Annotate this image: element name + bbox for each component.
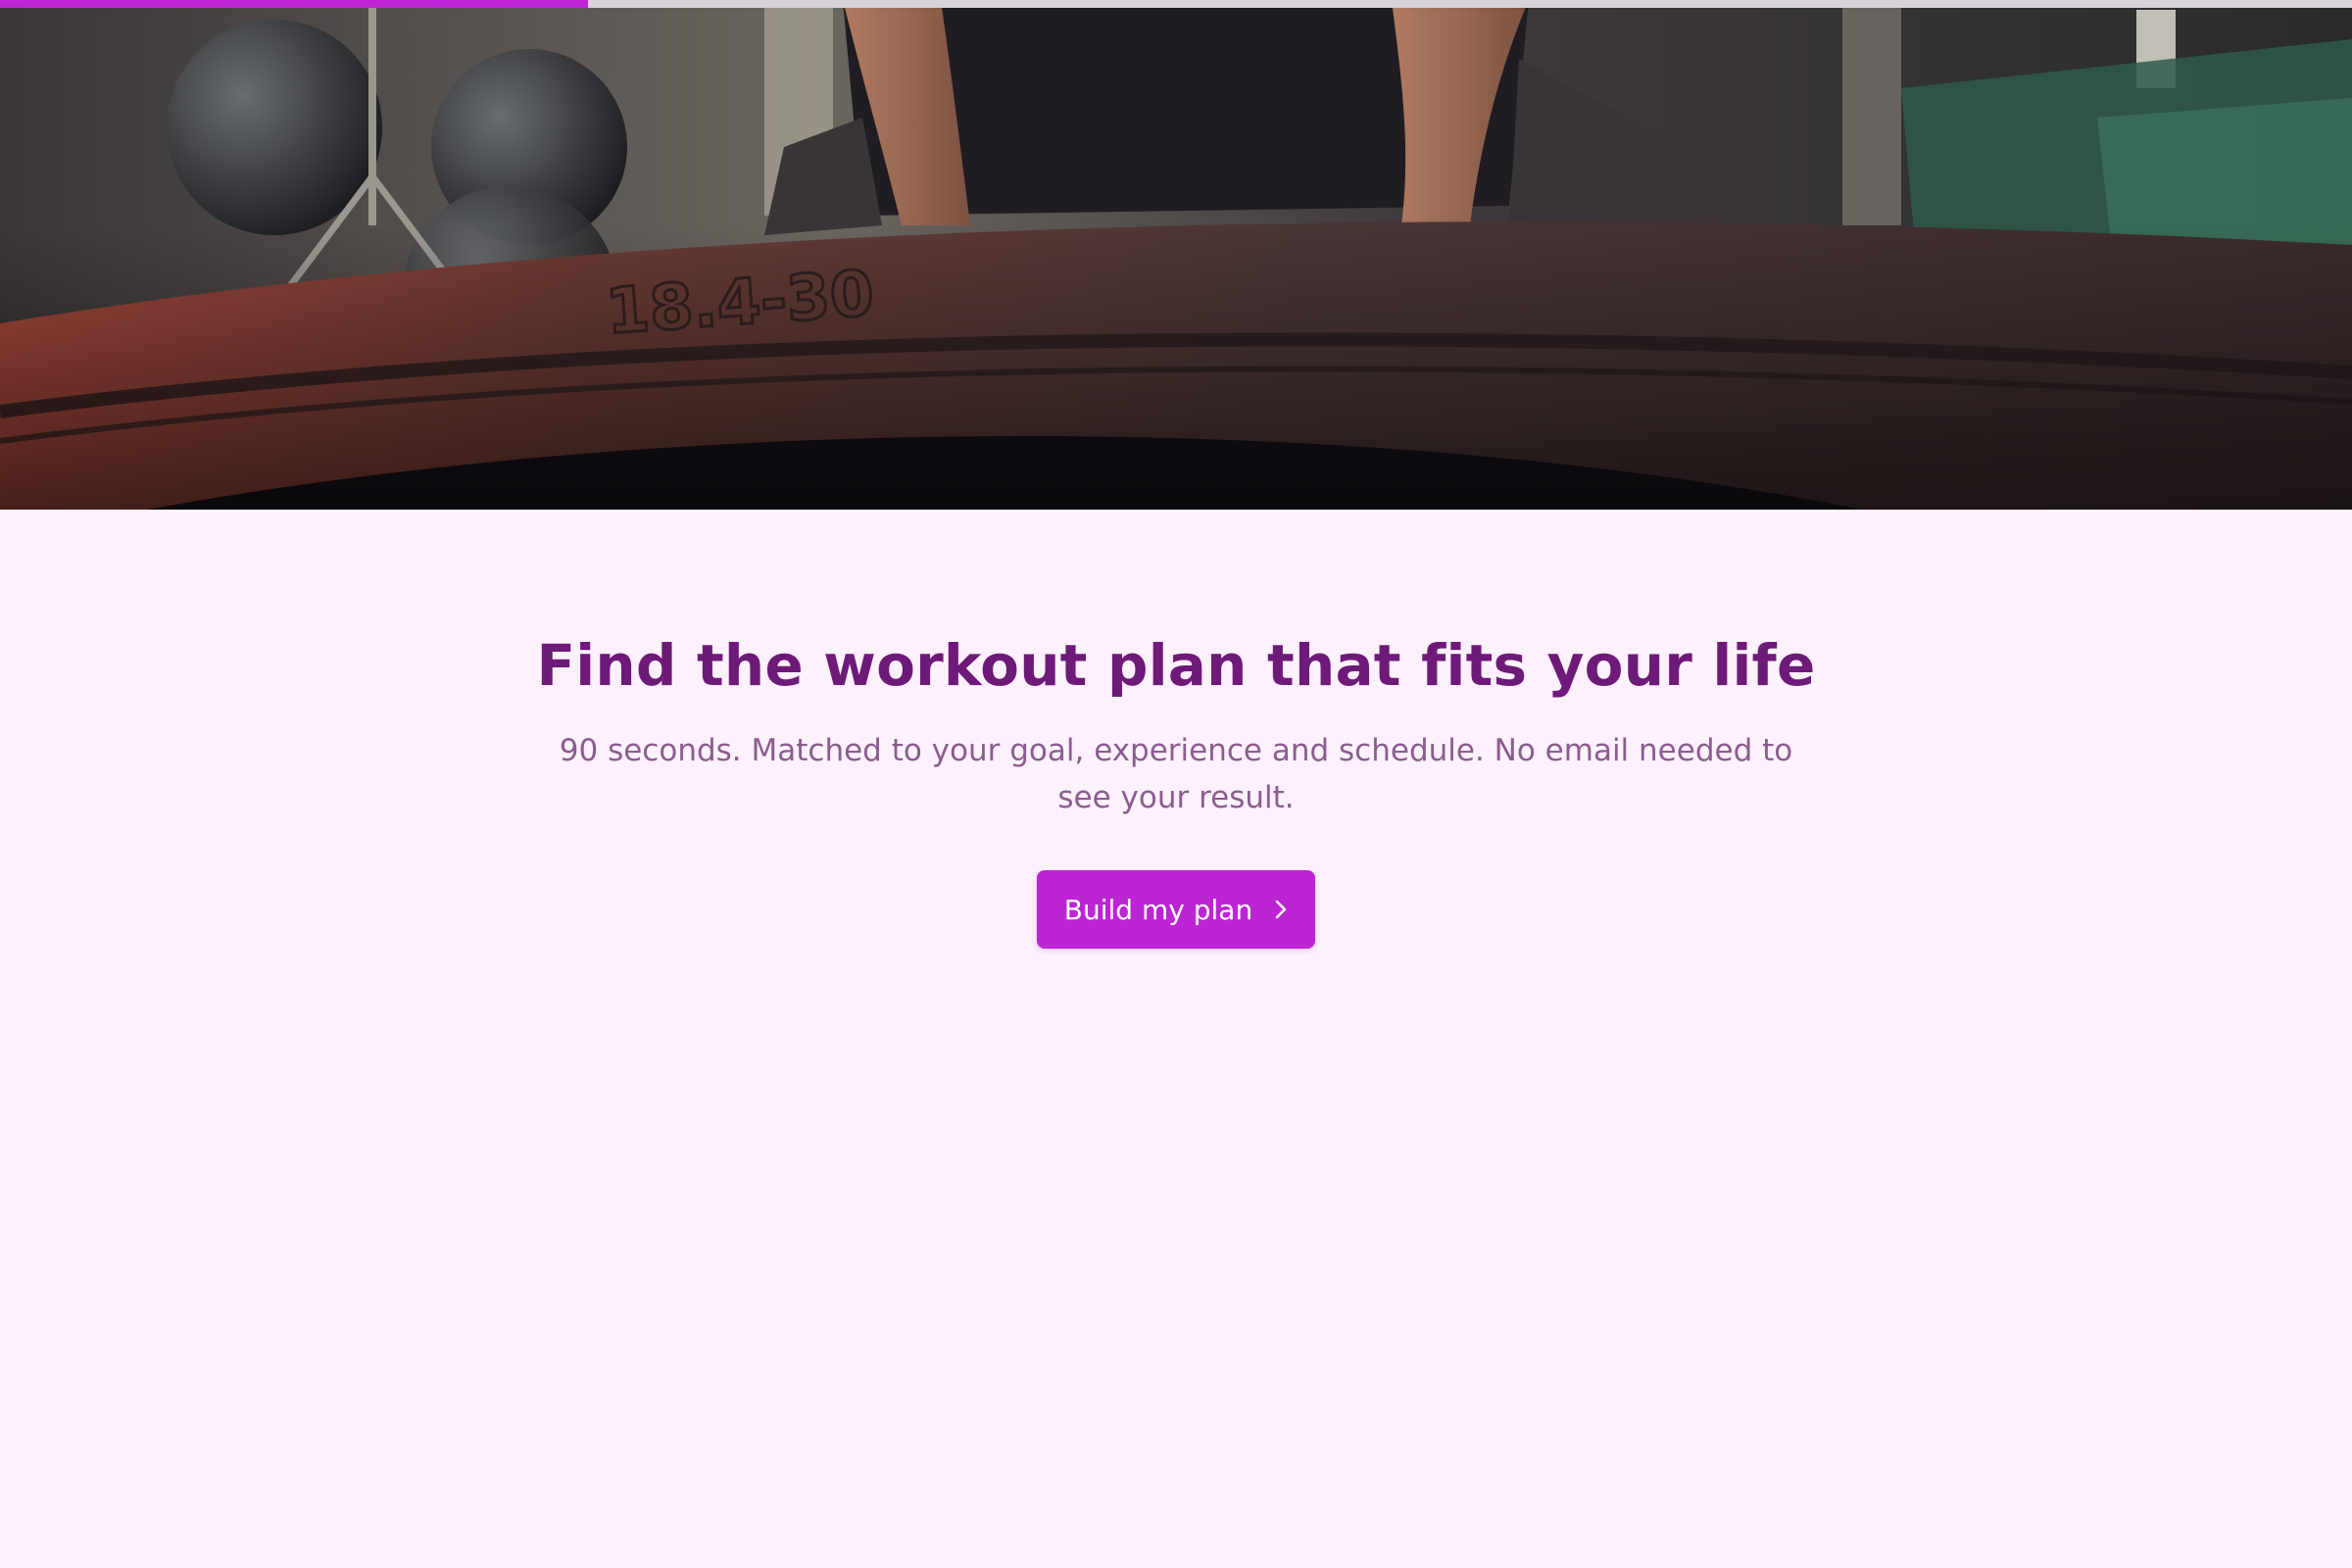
- intro-section: Find the workout plan that fits your lif…: [0, 510, 2352, 1568]
- build-my-plan-label: Build my plan: [1063, 893, 1253, 926]
- page-title: Find the workout plan that fits your lif…: [536, 632, 1816, 699]
- progress-bar-fill: [0, 0, 588, 8]
- page-subtitle: 90 seconds. Matched to your goal, experi…: [559, 733, 1793, 815]
- progress-bar: [0, 0, 2352, 8]
- gym-tire-photo: 18.4-30: [0, 0, 2352, 510]
- chevron-right-icon: [1274, 899, 1288, 920]
- hero-image: 18.4-30: [0, 0, 2352, 510]
- build-my-plan-button[interactable]: Build my plan: [1037, 870, 1315, 949]
